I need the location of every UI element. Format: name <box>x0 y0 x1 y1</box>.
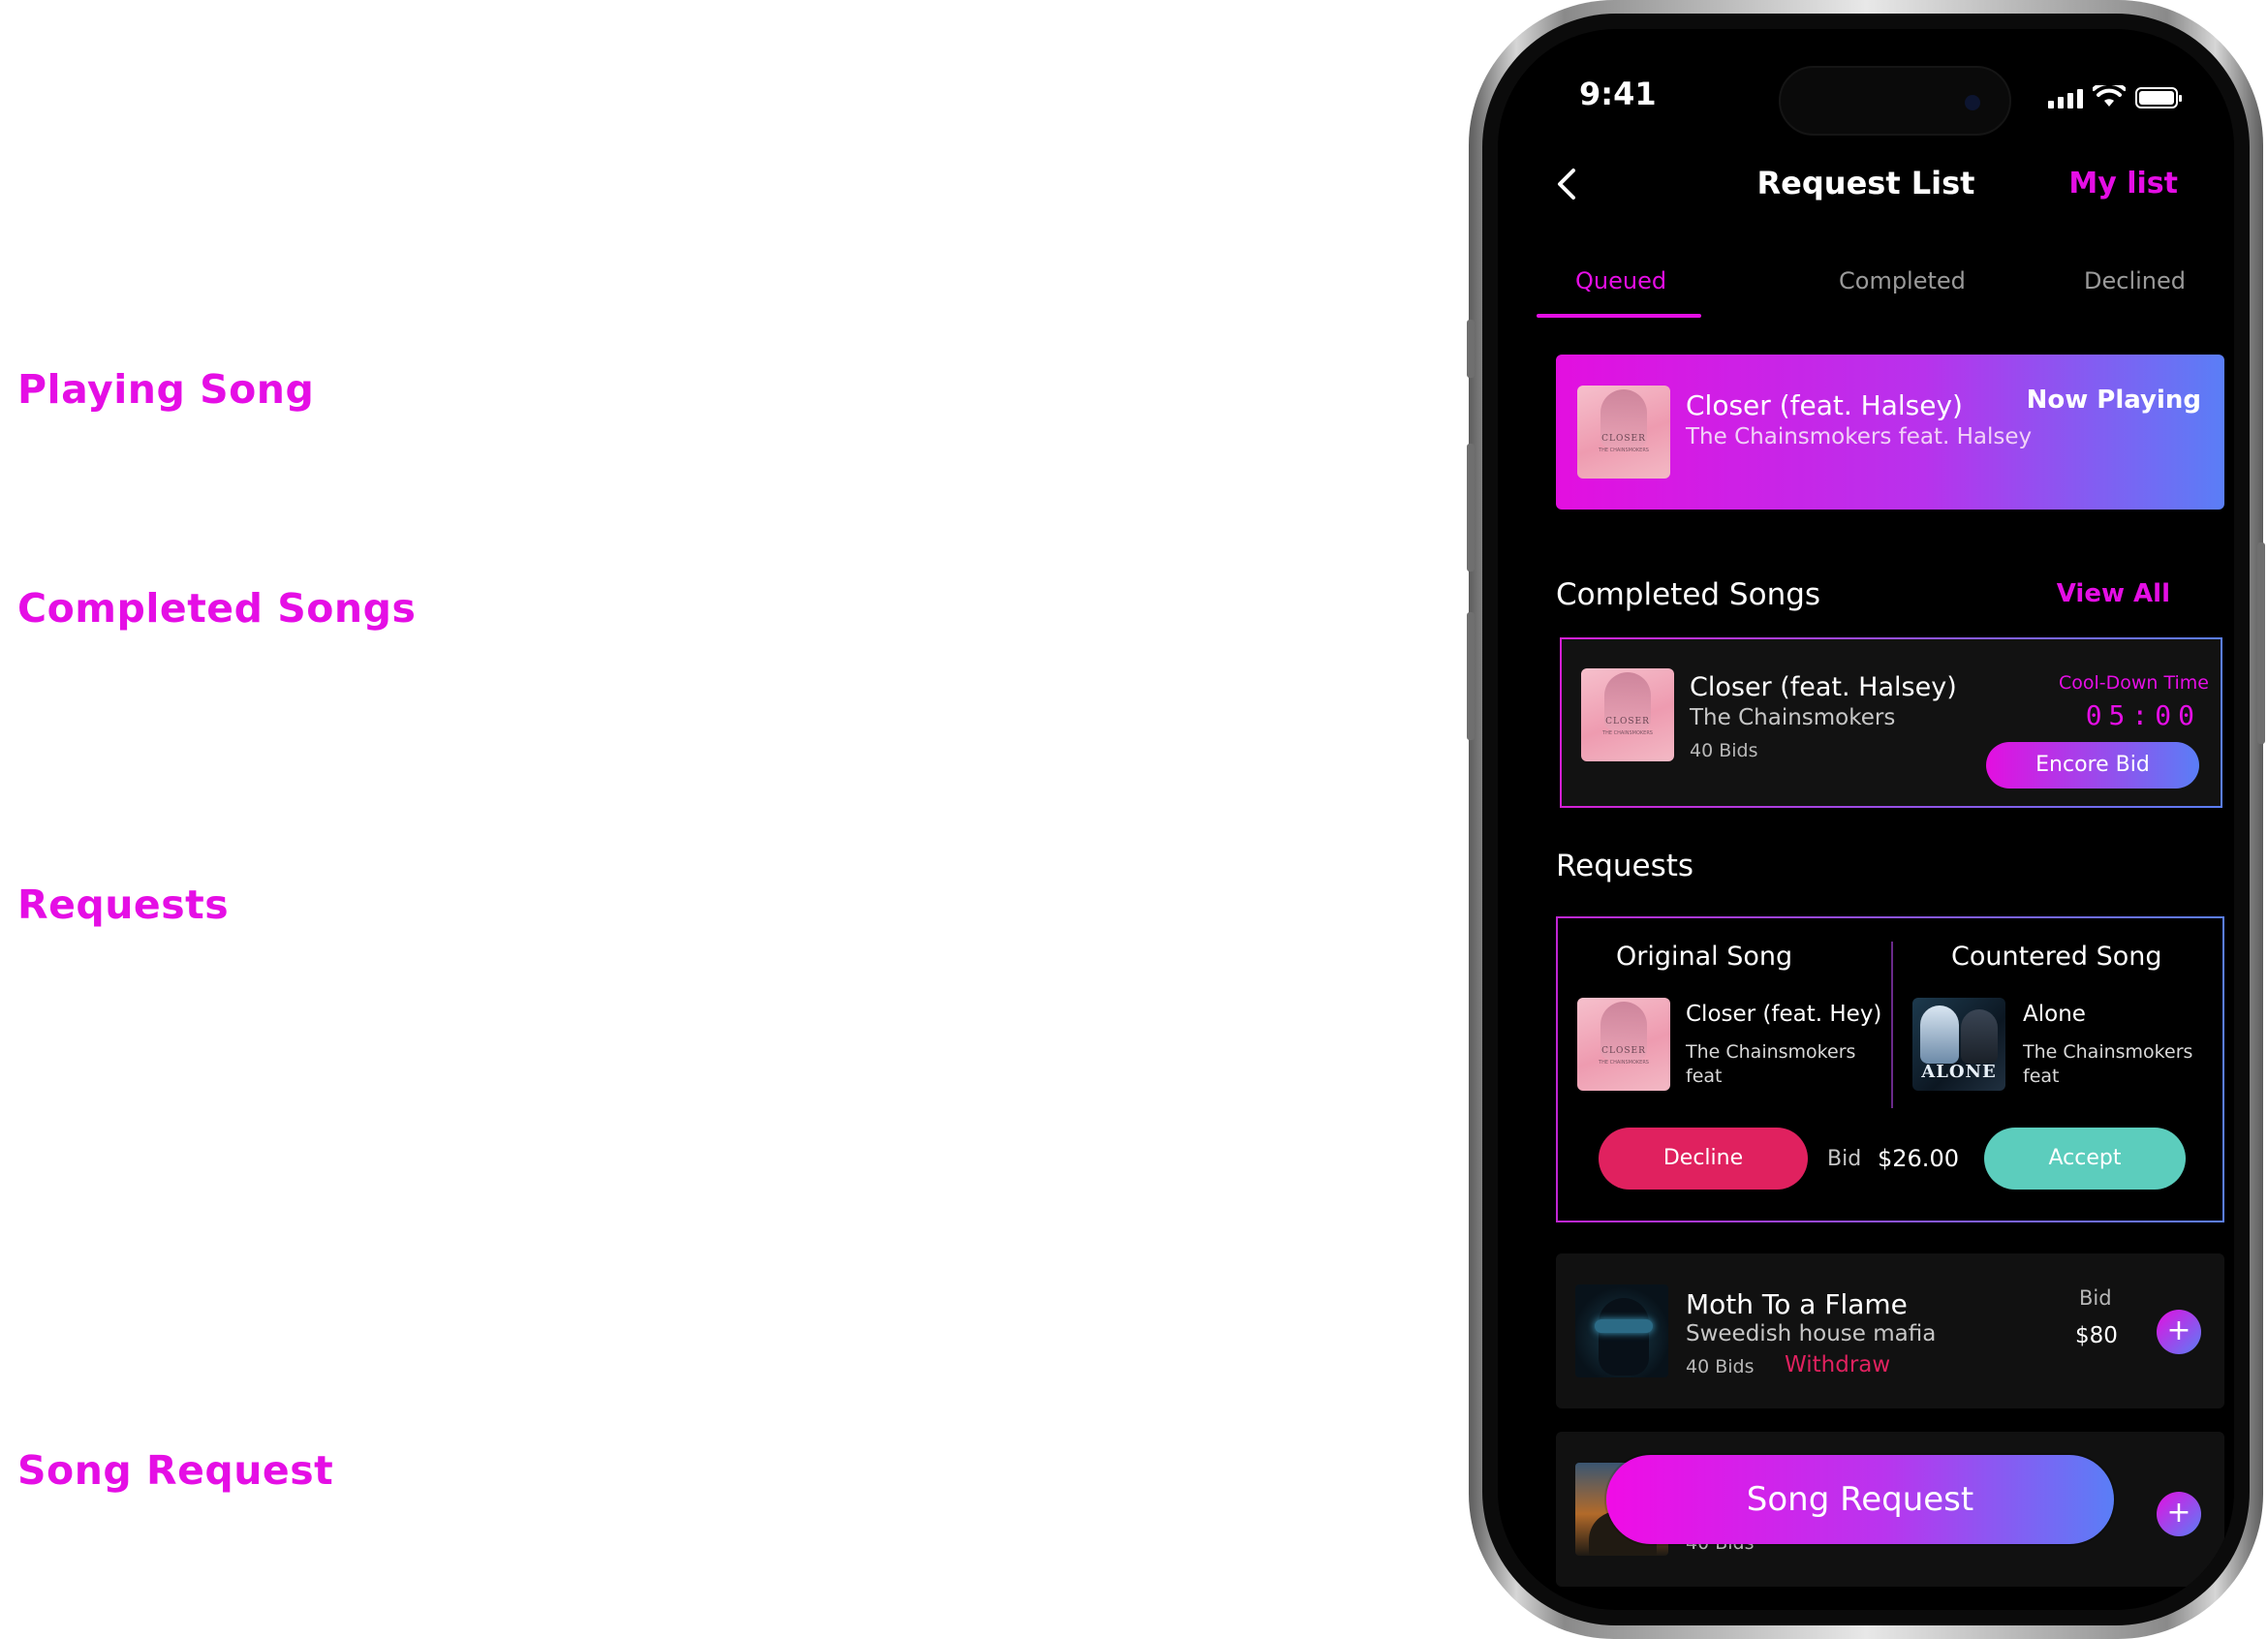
battery-icon <box>2135 87 2182 108</box>
wifi-icon <box>2093 85 2126 108</box>
completed-song-bids: 40 Bids <box>1690 740 1758 761</box>
status-time: 9:41 <box>1579 76 1657 112</box>
app-screen: 9:41 Request List My list Queued Complet… <box>1498 29 2234 1610</box>
closer-cover-image: CLOSER THE CHAINSMOKERS <box>1577 386 1670 479</box>
withdraw-link[interactable]: Withdraw <box>1785 1352 1890 1377</box>
closer-cover-image: CLOSER THE CHAINSMOKERS <box>1577 998 1670 1091</box>
original-song-title: Closer (feat. Hey) <box>1686 1002 1882 1027</box>
annotation-completed-songs: Completed Songs <box>17 585 417 632</box>
queued-bid-amount: $80 <box>2075 1323 2118 1348</box>
annotation-song-request: Song Request <box>17 1447 334 1494</box>
queued-request-card[interactable]: Moth To a Flame Sweedish house mafia 40 … <box>1556 1253 2224 1408</box>
annotation-requests: Requests <box>17 881 230 928</box>
tab-queued[interactable]: Queued <box>1575 267 1666 294</box>
countered-song-artist: The Chainsmokers feat <box>2023 1041 2193 1087</box>
counter-request-card: Original Song Countered Song CLOSER THE … <box>1556 916 2224 1222</box>
signal-icon <box>2048 89 2083 108</box>
queued-song-bids: 40 Bids <box>1686 1356 1755 1377</box>
column-divider <box>1891 942 1893 1108</box>
original-song-header: Original Song <box>1616 942 1793 972</box>
countered-song-header: Countered Song <box>1951 942 2162 972</box>
active-tab-indicator <box>1537 314 1701 318</box>
bid-amount: $26.00 <box>1878 1145 1959 1172</box>
tab-declined[interactable]: Declined <box>2084 267 2186 294</box>
add-bid-button[interactable]: + <box>2157 1310 2201 1354</box>
volume-down-button <box>1467 612 1475 740</box>
completed-songs-heading: Completed Songs <box>1556 577 1821 612</box>
original-song-artist: The Chainsmokers feat <box>1686 1041 1856 1087</box>
now-playing-badge: Now Playing <box>2026 386 2201 415</box>
status-icons <box>2048 85 2182 108</box>
power-button <box>2257 542 2265 744</box>
completed-song-card[interactable]: CLOSER THE CHAINSMOKERS Closer (feat. Ha… <box>1560 637 2222 808</box>
action-button <box>1467 320 1475 378</box>
decline-button[interactable]: Decline <box>1599 1128 1808 1190</box>
bid-label: Bid <box>1827 1147 1862 1171</box>
tab-bar: Queued Completed Declined <box>1537 258 2205 318</box>
queued-song-title: Moth To a Flame <box>1686 1288 1908 1320</box>
phone-frame: 9:41 Request List My list Queued Complet… <box>1467 0 2265 1639</box>
song-request-button[interactable]: Song Request <box>1606 1455 2114 1544</box>
requests-heading: Requests <box>1556 849 1694 883</box>
now-playing-card[interactable]: CLOSER THE CHAINSMOKERS Closer (feat. Ha… <box>1556 355 2224 510</box>
add-bid-button-2[interactable]: + <box>2157 1492 2201 1536</box>
annotation-playing-song: Playing Song <box>17 366 315 413</box>
completed-song-artist: The Chainsmokers <box>1690 705 1896 730</box>
queued-bid-label: Bid <box>2079 1286 2112 1310</box>
alone-cover-image: ALONE <box>1912 998 2005 1091</box>
tab-completed[interactable]: Completed <box>1839 267 1966 294</box>
volume-up-button <box>1467 444 1475 572</box>
countered-song-title: Alone <box>2023 1002 2086 1027</box>
completed-song-title: Closer (feat. Halsey) <box>1690 672 1957 702</box>
dynamic-island <box>1779 66 2011 136</box>
view-all-link[interactable]: View All <box>2057 579 2170 608</box>
accept-button[interactable]: Accept <box>1984 1128 2186 1190</box>
now-playing-artist: The Chainsmokers feat. Halsey <box>1686 424 2033 449</box>
my-list-link[interactable]: My list <box>2068 167 2178 201</box>
encore-bid-button[interactable]: Encore Bid <box>1986 742 2199 789</box>
queued-song-artist: Sweedish house mafia <box>1686 1321 1937 1346</box>
closer-cover-image: CLOSER THE CHAINSMOKERS <box>1581 668 1674 761</box>
cooldown-timer: 05:00 <box>2085 699 2201 731</box>
now-playing-title: Closer (feat. Halsey) <box>1686 389 1963 421</box>
moth-to-a-flame-cover-image <box>1575 1284 1668 1377</box>
cooldown-label: Cool-Down Time <box>2058 672 2209 694</box>
